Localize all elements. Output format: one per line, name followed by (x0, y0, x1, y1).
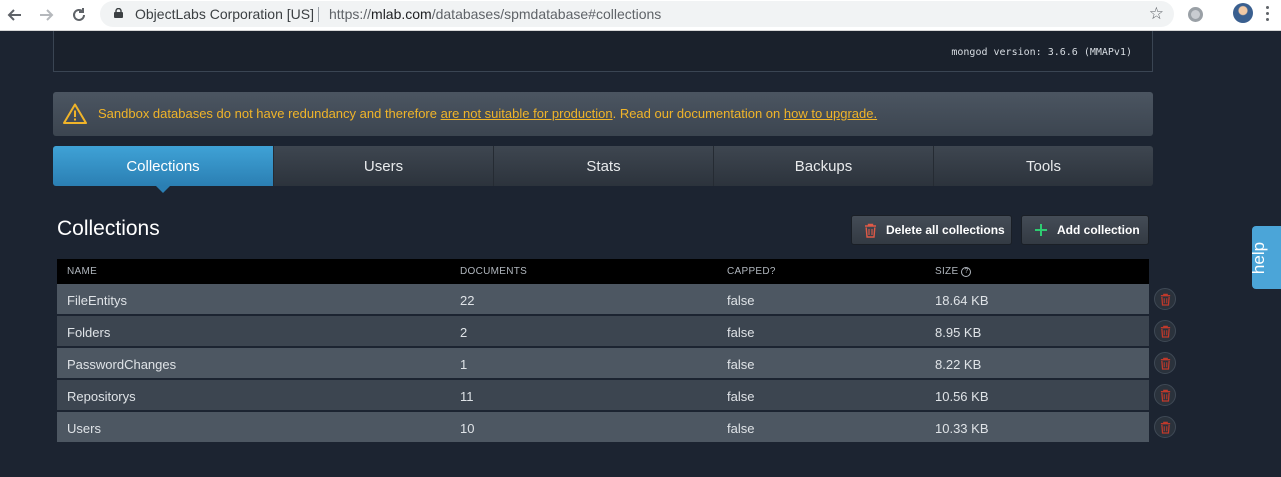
table-row: Folders 2 false 8.95 KB (57, 316, 1176, 348)
add-collection-button[interactable]: Add collection (1021, 215, 1149, 245)
tab-backups[interactable]: Backups (713, 146, 933, 186)
column-header-documents[interactable]: DOCUMENTS (460, 266, 527, 277)
delete-collection-button[interactable] (1154, 384, 1176, 406)
tab-users[interactable]: Users (273, 146, 493, 186)
delete-all-collections-label: Delete all collections (886, 223, 1005, 237)
profile-avatar[interactable] (1233, 3, 1253, 23)
table-row: Users 10 false 10.33 KB (57, 412, 1176, 444)
help-circle-icon[interactable]: ? (961, 267, 972, 277)
tab-tools[interactable]: Tools (933, 146, 1153, 186)
size-value: 8.95 KB (935, 325, 982, 340)
address-bar[interactable]: ObjectLabs Corporation [US] https://mlab… (100, 1, 1174, 27)
table-row: Repositorys 11 false 10.56 KB (57, 380, 1176, 412)
document-count: 22 (460, 293, 475, 308)
column-header-capped[interactable]: CAPPED? (727, 266, 776, 277)
table-row: FileEntitys 22 false 18.64 KB (57, 284, 1176, 316)
mongod-version: mongod version: 3.6.6 (MMAPv1) (951, 47, 1132, 58)
capped-value: false (727, 325, 755, 340)
trash-icon (1160, 421, 1170, 434)
capped-value: false (727, 389, 755, 404)
size-value: 10.56 KB (935, 389, 989, 404)
collection-name-link[interactable]: Users (67, 421, 101, 436)
help-tab[interactable]: help (1249, 226, 1281, 289)
back-arrow-icon[interactable] (4, 4, 26, 26)
add-collection-label: Add collection (1057, 223, 1140, 237)
collection-name-link[interactable]: Repositorys (67, 389, 136, 404)
database-tabs: Collections Users Stats Backups Tools (53, 146, 1153, 193)
trash-icon (1160, 293, 1170, 306)
forward-arrow-icon[interactable] (35, 4, 57, 26)
trash-icon (1160, 325, 1170, 338)
reload-icon[interactable] (68, 4, 90, 26)
help-tab-label: help (1249, 241, 1269, 275)
url-text: https://mlab.com/databases/spmdatabase#c… (329, 6, 662, 22)
document-count: 11 (460, 389, 474, 404)
site-organization: ObjectLabs Corporation [US] (135, 6, 314, 22)
collection-name-link[interactable]: FileEntitys (67, 293, 127, 308)
server-info-box: mongod version: 3.6.6 (MMAPv1) (53, 31, 1153, 72)
delete-collection-button[interactable] (1154, 416, 1176, 438)
star-icon[interactable]: ☆ (1149, 4, 1164, 24)
document-count: 10 (460, 421, 475, 436)
table-header: NAME DOCUMENTS CAPPED? SIZE? (57, 259, 1149, 284)
plus-icon (1034, 223, 1048, 237)
capped-value: false (727, 293, 755, 308)
collection-name-link[interactable]: Folders (67, 325, 110, 340)
warning-icon (63, 103, 87, 124)
size-value: 18.64 KB (935, 293, 989, 308)
tab-stats[interactable]: Stats (493, 146, 713, 186)
lock-icon (114, 8, 123, 18)
extension-icon[interactable] (1188, 7, 1203, 22)
trash-icon (864, 223, 877, 238)
how-to-upgrade-link[interactable]: how to upgrade. (784, 106, 877, 121)
page-title: Collections (57, 217, 160, 240)
table-row: PasswordChanges 1 false 8.22 KB (57, 348, 1176, 380)
tab-collections[interactable]: Collections (53, 146, 273, 193)
size-value: 10.33 KB (935, 421, 989, 436)
browser-menu-icon[interactable] (1266, 6, 1270, 22)
collections-table: NAME DOCUMENTS CAPPED? SIZE? FileEntitys… (57, 259, 1176, 444)
document-count: 2 (460, 325, 468, 340)
url-divider (318, 7, 319, 22)
sandbox-warning-alert: Sandbox databases do not have redundancy… (53, 92, 1153, 136)
collection-name-link[interactable]: PasswordChanges (67, 357, 176, 372)
trash-icon (1160, 389, 1170, 402)
alert-message: Sandbox databases do not have redundancy… (98, 106, 878, 121)
column-header-name[interactable]: NAME (67, 266, 97, 277)
delete-collection-button[interactable] (1154, 352, 1176, 374)
column-header-size[interactable]: SIZE? (935, 266, 972, 277)
delete-collection-button[interactable] (1154, 288, 1176, 310)
delete-collection-button[interactable] (1154, 320, 1176, 342)
capped-value: false (727, 357, 755, 372)
size-value: 8.22 KB (935, 357, 982, 372)
trash-icon (1160, 357, 1170, 370)
delete-all-collections-button[interactable]: Delete all collections (851, 215, 1012, 245)
not-suitable-link[interactable]: are not suitable for production (441, 106, 613, 121)
capped-value: false (727, 421, 755, 436)
browser-toolbar: ObjectLabs Corporation [US] https://mlab… (0, 0, 1281, 31)
document-count: 1 (460, 357, 468, 372)
